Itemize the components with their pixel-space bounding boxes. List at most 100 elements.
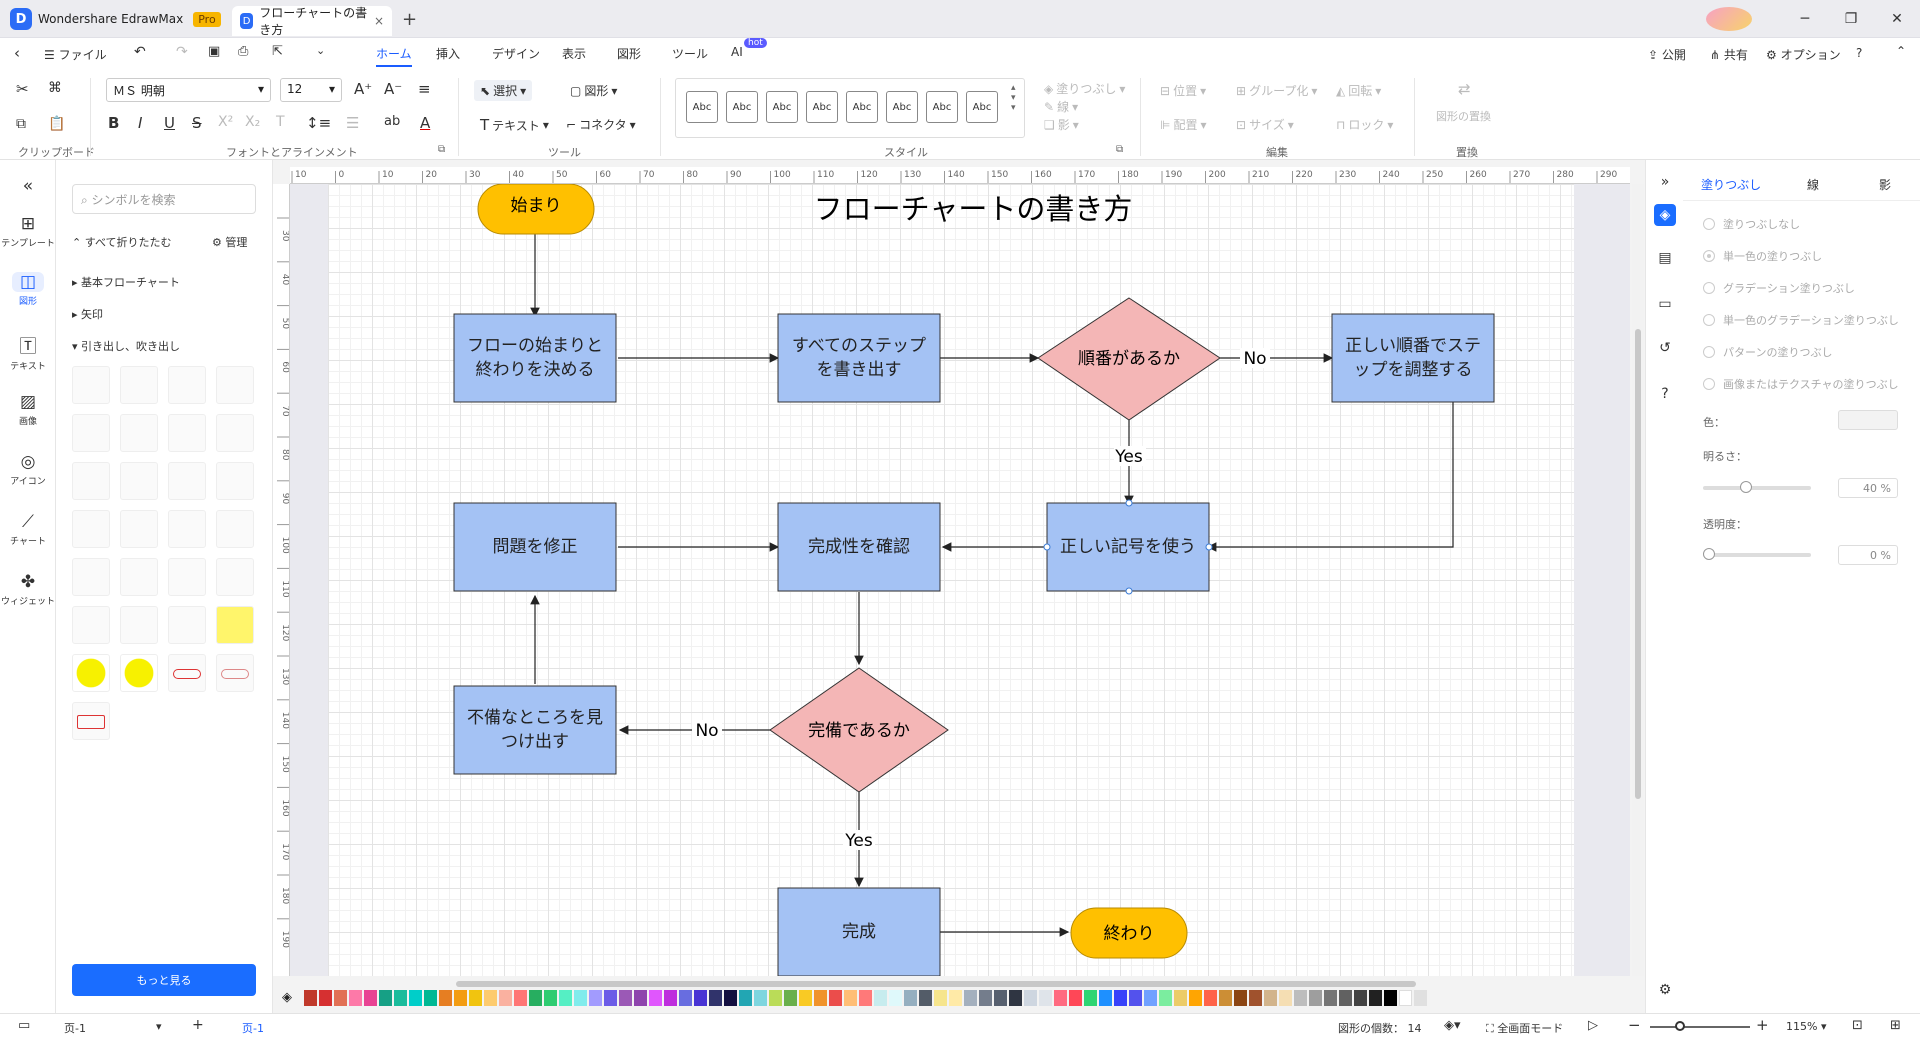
palette-swatch[interactable] <box>874 990 887 1006</box>
highlight-icon[interactable]: ab <box>384 114 400 129</box>
fit-page-icon[interactable]: ⊡ <box>1852 1018 1863 1033</box>
connector-tool[interactable]: ⌐ コネクタ ▾ <box>566 116 636 133</box>
callout-shape[interactable] <box>120 558 158 596</box>
print-icon[interactable]: ⎙ <box>238 44 248 59</box>
nav-shapes[interactable]: ◫ 図形 <box>0 272 56 307</box>
palette-swatch[interactable] <box>1384 990 1397 1006</box>
palette-swatch[interactable] <box>604 990 617 1006</box>
palette-swatch[interactable] <box>589 990 602 1006</box>
palette-swatch[interactable] <box>1279 990 1292 1006</box>
palette-swatch[interactable] <box>724 990 737 1006</box>
rounded-callout-shape[interactable] <box>168 654 206 692</box>
burst-shape[interactable] <box>72 654 110 692</box>
lock-button[interactable]: ⊓ ロック ▾ <box>1336 116 1393 133</box>
palette-swatch[interactable] <box>319 990 332 1006</box>
cut-icon[interactable]: ✂ <box>16 80 29 98</box>
palette-swatch[interactable] <box>979 990 992 1006</box>
palette-swatch[interactable] <box>424 990 437 1006</box>
presentation-icon[interactable]: ▭ <box>1654 296 1676 318</box>
fullscreen-button[interactable]: ⛶ 全画面モード <box>1486 1020 1563 1036</box>
zoom-in-button[interactable]: + <box>1756 1016 1769 1034</box>
tab-view[interactable]: 表示 <box>562 45 586 62</box>
palette-swatch[interactable] <box>574 990 587 1006</box>
decrease-font-icon[interactable]: A⁻ <box>384 80 402 98</box>
tab-home[interactable]: ホーム <box>376 45 412 67</box>
palette-swatch[interactable] <box>1339 990 1352 1006</box>
page-select[interactable]: 页-1 ▾ <box>64 1020 164 1036</box>
palette-swatch[interactable] <box>484 990 497 1006</box>
palette-swatch[interactable] <box>1294 990 1307 1006</box>
palette-swatch[interactable] <box>514 990 527 1006</box>
palette-swatch[interactable] <box>454 990 467 1006</box>
nav-images[interactable]: ▨ 画像 <box>0 392 56 427</box>
replace-shape-button[interactable]: 図形の置換 <box>1436 108 1491 124</box>
style-sample[interactable]: Abc <box>726 91 758 123</box>
bracket-shape[interactable] <box>120 510 158 548</box>
sticky-note-shape[interactable] <box>216 606 254 644</box>
palette-swatch[interactable] <box>1069 990 1082 1006</box>
collapse-ribbon-icon[interactable]: ⌃ <box>1896 44 1906 58</box>
palette-swatch[interactable] <box>529 990 542 1006</box>
callout-shape[interactable] <box>216 462 254 500</box>
palette-swatch[interactable] <box>559 990 572 1006</box>
callout-shape[interactable] <box>72 366 110 404</box>
style-sample[interactable]: Abc <box>686 91 718 123</box>
font-dialog-launcher-icon[interactable]: ⧉ <box>438 144 445 155</box>
callout-shape[interactable] <box>120 366 158 404</box>
gallery-scroll-icon[interactable]: ▴ ▾ ▾ <box>1011 83 1016 113</box>
palette-swatch[interactable] <box>1309 990 1322 1006</box>
nav-icons[interactable]: ◎ アイコン <box>0 452 56 487</box>
transparency-input[interactable]: 0 % <box>1838 545 1898 565</box>
rect-callout-shape[interactable] <box>72 702 110 740</box>
size-button[interactable]: ⊡ サイズ ▾ <box>1236 116 1294 133</box>
palette-swatch[interactable] <box>679 990 692 1006</box>
callout-shape[interactable] <box>168 414 206 452</box>
new-tab-button[interactable]: + <box>402 9 417 30</box>
fill-option-image[interactable]: 画像またはテクスチャの塗りつぶし <box>1703 376 1899 392</box>
palette-swatch[interactable] <box>889 990 902 1006</box>
font-family-select[interactable]: ＭＳ 明朝 ▾ <box>106 78 271 102</box>
save-icon[interactable]: ▣ <box>208 44 220 59</box>
text-case-icon[interactable]: T <box>276 114 285 130</box>
italic-icon[interactable]: I <box>138 114 142 132</box>
callout-shape[interactable] <box>168 462 206 500</box>
palette-swatch[interactable] <box>334 990 347 1006</box>
fill-option-solid[interactable]: 単一色の塗りつぶし <box>1703 248 1822 264</box>
style-sample[interactable]: Abc <box>886 91 918 123</box>
fill-option-gradient[interactable]: グラデーション塗りつぶし <box>1703 280 1855 296</box>
rotate-button[interactable]: ◭ 回転 ▾ <box>1336 82 1381 99</box>
copy-icon[interactable]: ⧉ <box>16 116 26 132</box>
palette-swatch[interactable] <box>349 990 362 1006</box>
page-tab[interactable]: 页-1 <box>242 1020 264 1036</box>
palette-swatch[interactable] <box>709 990 722 1006</box>
palette-swatch[interactable] <box>1399 990 1412 1006</box>
undo-icon[interactable]: ↶ <box>134 44 146 60</box>
palette-swatch[interactable] <box>904 990 917 1006</box>
callout-shape[interactable] <box>120 606 158 644</box>
redo-icon[interactable]: ↷ <box>176 44 188 60</box>
tab-insert[interactable]: 挿入 <box>436 45 460 62</box>
bold-icon[interactable]: B <box>108 114 119 132</box>
zoom-out-button[interactable]: − <box>1628 1016 1641 1034</box>
fill-option-pattern[interactable]: パターンの塗りつぶし <box>1703 344 1833 360</box>
palette-swatch[interactable] <box>934 990 947 1006</box>
style-sample[interactable]: Abc <box>766 91 798 123</box>
tab-shadow[interactable]: 影 <box>1879 176 1891 193</box>
nav-text[interactable]: 🅃 テキスト <box>0 332 56 372</box>
palette-swatch[interactable] <box>1024 990 1037 1006</box>
vertical-scrollbar[interactable] <box>1632 184 1644 976</box>
document-tab[interactable]: D フローチャートの書き方 × <box>232 6 392 37</box>
fill-option-solid-gradient[interactable]: 単一色のグラデーション塗りつぶし <box>1703 312 1899 328</box>
palette-swatch[interactable] <box>1009 990 1022 1006</box>
transparency-slider[interactable] <box>1703 548 1811 560</box>
palette-swatch[interactable] <box>1189 990 1202 1006</box>
callout-shape[interactable] <box>216 414 254 452</box>
palette-swatch[interactable] <box>1324 990 1337 1006</box>
palette-swatch[interactable] <box>1369 990 1382 1006</box>
palette-swatch[interactable] <box>649 990 662 1006</box>
layers-icon[interactable]: ◈▾ <box>1444 1018 1461 1033</box>
drawing-page[interactable]: 始まり フローチャートの書き方 N フローの始まりと終わりを決める すべてのステ… <box>328 184 1574 976</box>
palette-swatch[interactable] <box>439 990 452 1006</box>
tab-fill[interactable]: 塗りつぶし <box>1701 176 1761 193</box>
file-menu[interactable]: ☰ ファイル <box>44 46 107 63</box>
